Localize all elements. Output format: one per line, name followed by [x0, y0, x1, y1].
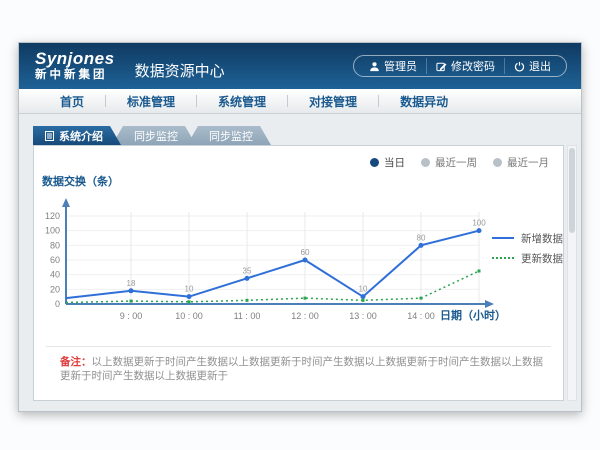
- tab-sync-monitor-2[interactable]: 同步监控: [187, 126, 271, 145]
- logout-label: 退出: [529, 58, 551, 74]
- logout-icon: [514, 61, 525, 72]
- svg-text:100: 100: [472, 219, 486, 228]
- tab-system-intro[interactable]: 系统介绍: [33, 126, 121, 145]
- document-icon: [45, 131, 54, 141]
- radio-label: 最近一周: [435, 155, 477, 170]
- change-password-label: 修改密码: [451, 58, 495, 74]
- footnote-text: 以上数据更新于时间产生数据以上数据更新于时间产生数据以上数据更新于时间产生数据以…: [60, 356, 543, 382]
- nav-item-interface-mgmt[interactable]: 对接管理: [288, 93, 378, 110]
- change-password-button[interactable]: 修改密码: [426, 58, 504, 74]
- footnote: 备注：以上数据更新于时间产生数据以上数据更新于时间产生数据以上数据更新于时间产生…: [46, 346, 551, 383]
- svg-text:9 : 00: 9 : 00: [120, 311, 143, 321]
- x-axis-title: 日期（小时）: [440, 307, 506, 323]
- tab-label: 同步监控: [134, 128, 178, 144]
- tab-sync-monitor-1[interactable]: 同步监控: [112, 126, 196, 145]
- company-logo[interactable]: Synjones 新中新集团: [35, 50, 115, 82]
- vertical-scrollbar[interactable]: [567, 145, 577, 401]
- logo-subtitle: 新中新集团: [35, 70, 115, 82]
- tab-label: 系统介绍: [59, 128, 103, 144]
- radio-last-week[interactable]: 最近一周: [421, 155, 477, 170]
- svg-text:60: 60: [301, 248, 310, 257]
- radio-last-month[interactable]: 最近一月: [493, 155, 549, 170]
- svg-text:10 : 00: 10 : 00: [175, 311, 203, 321]
- tab-bar: 系统介绍 同步监控 同步监控: [33, 126, 271, 145]
- svg-text:80: 80: [417, 233, 426, 242]
- svg-text:11 : 00: 11 : 00: [234, 311, 261, 321]
- header-actions: 管理员 修改密码 退出: [353, 55, 567, 77]
- radio-label: 当日: [384, 155, 405, 170]
- admin-user-button[interactable]: 管理员: [360, 58, 426, 74]
- nav-item-system-mgmt[interactable]: 系统管理: [197, 93, 287, 110]
- svg-text:10: 10: [185, 285, 194, 294]
- legend-item-updated-data: 更新数据: [492, 248, 563, 268]
- app-header: Synjones 新中新集团 数据资源中心 管理员 修改密码 退出: [19, 43, 581, 89]
- logout-button[interactable]: 退出: [504, 58, 560, 74]
- solid-line-icon: [492, 237, 514, 239]
- logo-title: Synjones: [35, 50, 115, 67]
- svg-text:18: 18: [127, 279, 136, 288]
- edit-icon: [436, 61, 447, 72]
- time-range-filter: 当日 最近一周 最近一月: [370, 155, 549, 170]
- tab-label: 同步监控: [209, 128, 253, 144]
- radio-icon: [370, 158, 379, 167]
- radio-label: 最近一月: [507, 155, 549, 170]
- legend-label: 新增数据: [521, 231, 563, 246]
- svg-text:120: 120: [45, 211, 60, 221]
- svg-text:0: 0: [55, 299, 60, 309]
- page-title: 数据资源中心: [135, 60, 225, 81]
- svg-text:20: 20: [50, 284, 60, 294]
- svg-text:100: 100: [45, 226, 60, 236]
- user-icon: [369, 61, 380, 72]
- svg-text:60: 60: [50, 255, 60, 265]
- radio-today[interactable]: 当日: [370, 155, 405, 170]
- nav-item-home[interactable]: 首页: [39, 93, 105, 110]
- svg-text:12 : 00: 12 : 00: [291, 311, 319, 321]
- radio-icon: [493, 158, 502, 167]
- svg-text:35: 35: [243, 266, 252, 275]
- admin-user-label: 管理员: [384, 58, 417, 74]
- chart-legend: 新增数据 更新数据: [492, 228, 563, 268]
- svg-text:13 : 00: 13 : 00: [349, 311, 377, 321]
- legend-label: 更新数据: [521, 251, 563, 266]
- svg-text:10: 10: [359, 285, 368, 294]
- nav-item-data-change[interactable]: 数据异动: [379, 93, 469, 110]
- legend-item-new-data: 新增数据: [492, 228, 563, 248]
- scrollbar-thumb[interactable]: [569, 148, 575, 233]
- svg-text:80: 80: [50, 240, 60, 250]
- main-nav: 首页 标准管理 系统管理 对接管理 数据异动: [19, 89, 581, 114]
- chart-panel: 当日 最近一周 最近一月 数据交换（条） 0204060801001209 : …: [33, 145, 564, 401]
- nav-item-standard-mgmt[interactable]: 标准管理: [106, 93, 196, 110]
- radio-icon: [421, 158, 430, 167]
- app-window: Synjones 新中新集团 数据资源中心 管理员 修改密码 退出 首页 标准管…: [18, 42, 582, 412]
- svg-text:40: 40: [50, 270, 60, 280]
- dotted-line-icon: [492, 257, 514, 259]
- footnote-label: 备注：: [60, 356, 92, 368]
- svg-text:14 : 00: 14 : 00: [407, 311, 435, 321]
